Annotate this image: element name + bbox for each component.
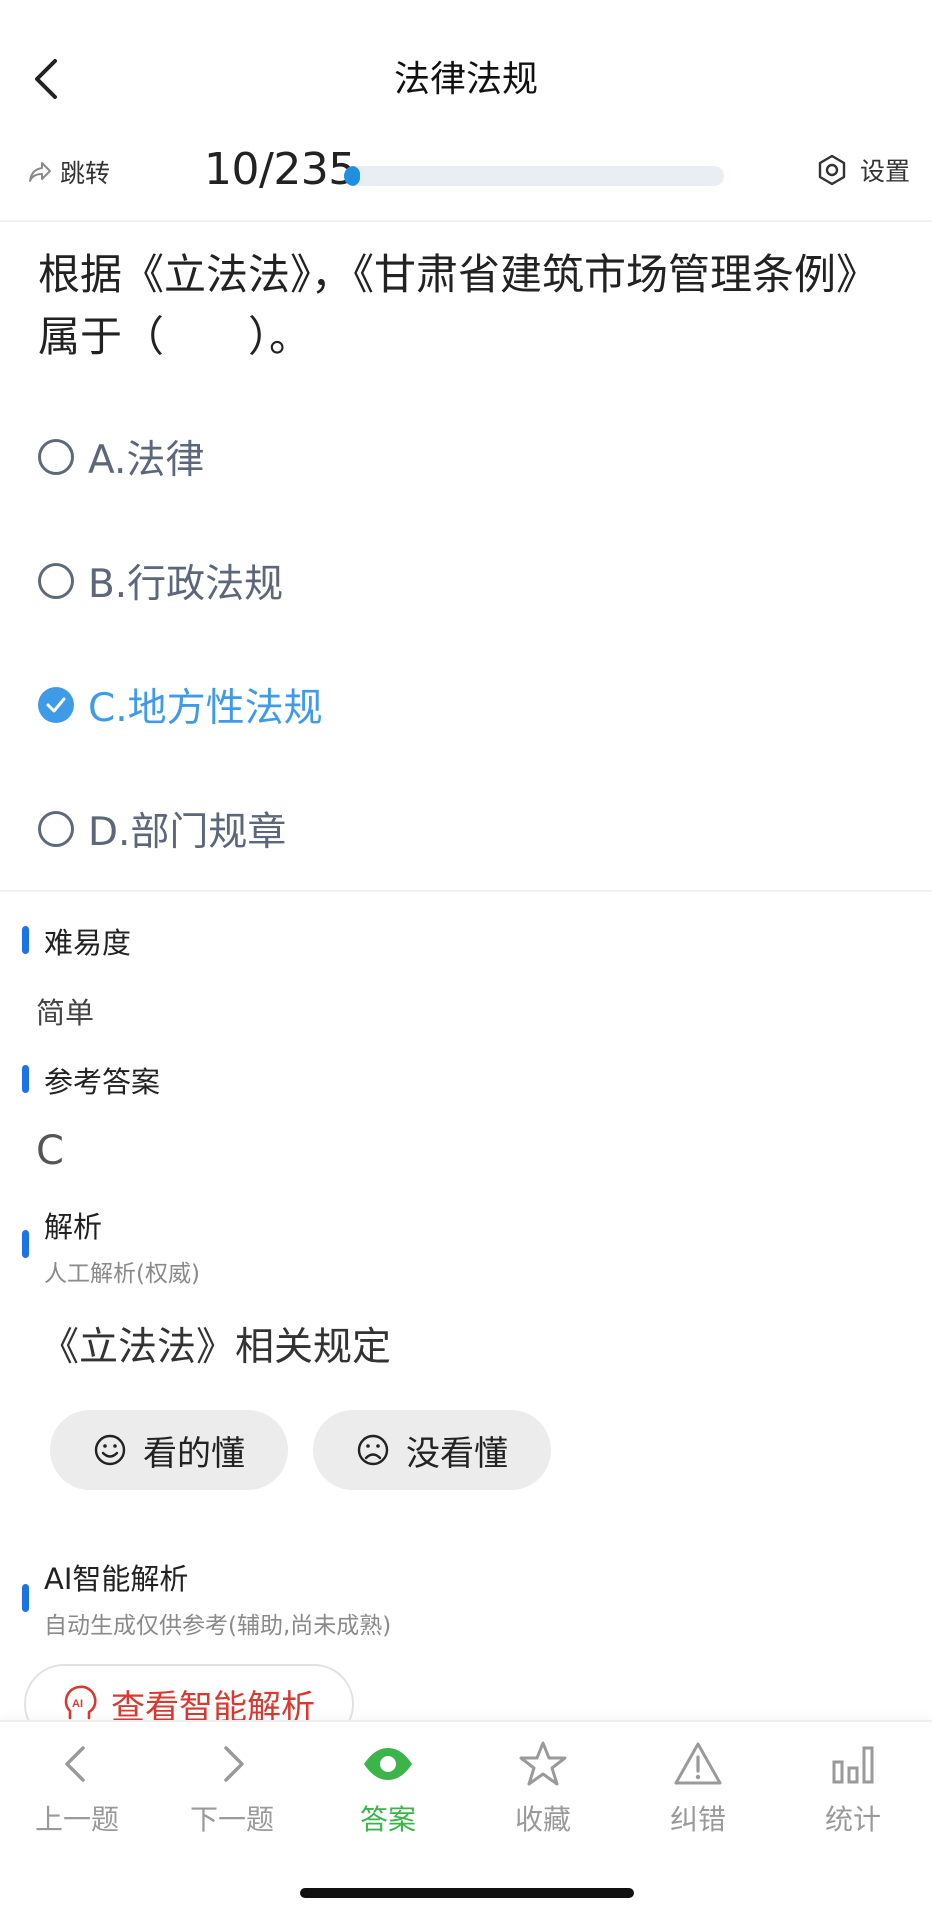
jump-label: 跳转 [60, 159, 111, 188]
difficulty-title: 难易度 [44, 926, 132, 960]
understood-label: 看的懂 [143, 1433, 245, 1474]
option-a[interactable]: A.法律 [38, 422, 204, 492]
chevron-right-icon [224, 1746, 244, 1782]
radio-unchecked-icon [38, 439, 74, 475]
explanation-text: 《立法法》相关规定 [40, 1325, 392, 1370]
smile-icon [94, 1434, 126, 1466]
nav-label: 纠错 [669, 1803, 726, 1836]
progress-fill [344, 166, 361, 186]
jump-button[interactable]: 跳转 [28, 154, 110, 190]
radio-unchecked-icon [38, 811, 74, 847]
nav-label: 答案 [359, 1803, 416, 1836]
share-arrow-icon [29, 162, 51, 182]
section-marker [22, 1065, 29, 1093]
settings-button[interactable]: 设置 [816, 152, 910, 188]
nav-favorite[interactable]: 收藏 [483, 1740, 603, 1850]
explanation-title: 解析 [44, 1210, 103, 1244]
star-icon [519, 1741, 567, 1786]
frown-icon [357, 1434, 389, 1466]
answer-title: 参考答案 [44, 1065, 161, 1099]
option-label: B.行政法规 [88, 562, 284, 607]
nav-label: 收藏 [514, 1803, 571, 1836]
radio-checked-icon [38, 687, 74, 723]
not-understood-button[interactable]: 没看懂 [313, 1410, 551, 1490]
chevron-left-icon [65, 1746, 85, 1782]
option-label: D.部门规章 [88, 810, 287, 855]
settings-icon [818, 154, 846, 186]
home-indicator [300, 1888, 634, 1898]
progress-bar [344, 166, 724, 186]
option-c[interactable]: C.地方性法规 [38, 670, 323, 740]
settings-label: 设置 [859, 157, 910, 186]
option-b[interactable]: B.行政法规 [38, 546, 283, 616]
nav-label: 下一题 [189, 1803, 274, 1836]
question-text: 根据《立法法》，《甘肃省建筑市场管理条例》属于（ ）。 [38, 250, 879, 361]
toolbar-divider [0, 220, 932, 222]
ai-head-icon: AI [64, 1685, 97, 1720]
question-divider [0, 890, 932, 892]
nav-label: 统计 [824, 1803, 881, 1836]
difficulty-value: 简单 [36, 996, 95, 1030]
nav-statistics[interactable]: 统计 [793, 1740, 913, 1850]
explanation-subtitle: 人工解析(权威) [44, 1261, 200, 1287]
svg-text:AI: AI [72, 1698, 83, 1710]
eye-icon [364, 1748, 412, 1780]
option-label: C.地方性法规 [88, 686, 323, 731]
option-label: A.法律 [88, 438, 205, 483]
ai-explanation-subtitle: 自动生成仅供参考(辅助,尚未成熟) [44, 1613, 392, 1639]
answer-value: C [36, 1128, 64, 1174]
nav-answer[interactable]: 答案 [328, 1740, 448, 1850]
option-d[interactable]: D.部门规章 [38, 794, 286, 864]
nav-previous-question[interactable]: 上一题 [17, 1740, 137, 1850]
bar-chart-icon [832, 1746, 874, 1784]
ai-explanation-title: AI智能解析 [44, 1562, 189, 1596]
nav-report-error[interactable]: 纠错 [638, 1740, 758, 1850]
nav-next-question[interactable]: 下一题 [172, 1740, 292, 1850]
progress-counter: 10/235 [204, 144, 356, 195]
nav-label: 上一题 [34, 1803, 119, 1836]
page-title: 法律法规 [393, 59, 538, 100]
section-marker [22, 926, 29, 954]
not-understood-label: 没看懂 [406, 1433, 508, 1474]
radio-unchecked-icon [38, 563, 74, 599]
section-marker [22, 1230, 29, 1258]
warning-icon [674, 1742, 722, 1785]
section-marker [22, 1584, 29, 1612]
understood-button[interactable]: 看的懂 [50, 1410, 288, 1490]
